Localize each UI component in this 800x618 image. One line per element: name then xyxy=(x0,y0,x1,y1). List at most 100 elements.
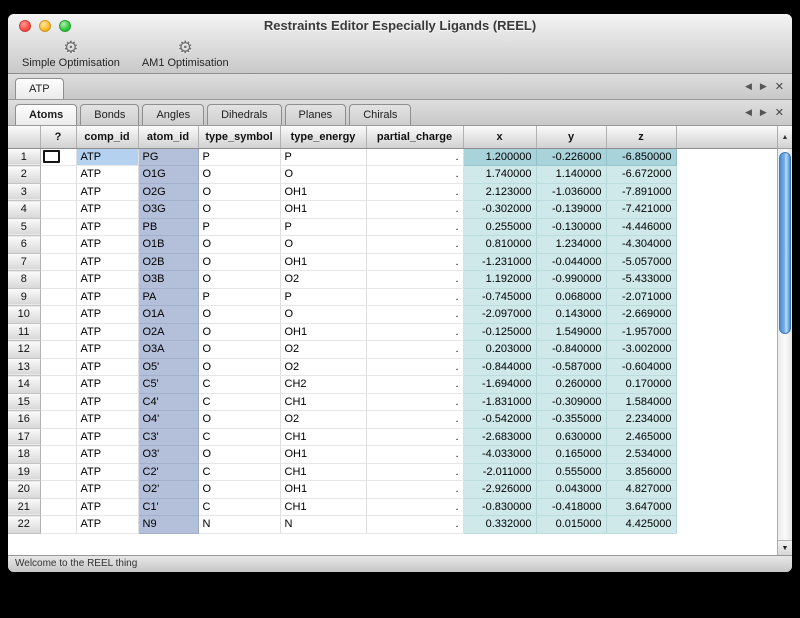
cell-type-symbol[interactable]: O xyxy=(198,271,280,289)
cell-x[interactable]: 0.810000 xyxy=(463,236,536,254)
tab-bonds[interactable]: Bonds xyxy=(80,104,139,125)
cell-z[interactable]: 1.584000 xyxy=(606,393,676,411)
cell-flag[interactable] xyxy=(40,516,76,534)
cell-z[interactable]: 4.425000 xyxy=(606,516,676,534)
cell-comp-id[interactable]: ATP xyxy=(76,428,138,446)
cell-x[interactable]: -1.231000 xyxy=(463,253,536,271)
cell-x[interactable]: 1.192000 xyxy=(463,271,536,289)
col-header-partial-charge[interactable]: partial_charge xyxy=(366,126,463,148)
cell-flag[interactable] xyxy=(40,411,76,429)
col-header-flag[interactable]: ? xyxy=(40,126,76,148)
cell-comp-id[interactable]: ATP xyxy=(76,306,138,324)
cell-atom-id[interactable]: N9 xyxy=(138,516,198,534)
cell-type-symbol[interactable]: O xyxy=(198,253,280,271)
cell-comp-id[interactable]: ATP xyxy=(76,393,138,411)
cell-type-symbol[interactable]: P xyxy=(198,218,280,236)
cell-partial-charge[interactable]: . xyxy=(366,411,463,429)
cell-x[interactable]: -1.694000 xyxy=(463,376,536,394)
cell-type-symbol[interactable]: N xyxy=(198,516,280,534)
cell-type-energy[interactable]: O xyxy=(280,166,366,184)
cell-y[interactable]: 0.015000 xyxy=(536,516,606,534)
scroll-down-icon[interactable]: ▼ xyxy=(778,540,792,555)
cell-x[interactable]: -2.926000 xyxy=(463,481,536,499)
cell-y[interactable]: -0.355000 xyxy=(536,411,606,429)
cell-y[interactable]: 0.068000 xyxy=(536,288,606,306)
cell-flag[interactable] xyxy=(40,463,76,481)
cell-z[interactable]: 2.234000 xyxy=(606,411,676,429)
cell-atom-id[interactable]: PB xyxy=(138,218,198,236)
table-row[interactable]: 22ATPN9NN.0.3320000.0150004.425000 xyxy=(8,516,777,534)
table-row[interactable]: 7ATPO2BOOH1.-1.231000-0.044000-5.057000 xyxy=(8,253,777,271)
cell-flag[interactable] xyxy=(40,183,76,201)
cell-type-symbol[interactable]: C xyxy=(198,463,280,481)
cell-flag[interactable] xyxy=(40,446,76,464)
table-row[interactable]: 3ATPO2GOOH1.2.123000-1.036000-7.891000 xyxy=(8,183,777,201)
minimize-window-button[interactable] xyxy=(39,20,51,32)
cell-type-energy[interactable]: OH1 xyxy=(280,481,366,499)
table-row[interactable]: 19ATPC2'CCH1.-2.0110000.5550003.856000 xyxy=(8,463,777,481)
cell-x[interactable]: 0.255000 xyxy=(463,218,536,236)
close-window-button[interactable] xyxy=(19,20,31,32)
cell-flag[interactable] xyxy=(40,481,76,499)
cell-comp-id[interactable]: ATP xyxy=(76,463,138,481)
cell-atom-id[interactable]: O5' xyxy=(138,358,198,376)
simple-optimisation-button[interactable]: ⚙ Simple Optimisation xyxy=(22,38,120,69)
cell-atom-id[interactable]: PG xyxy=(138,148,198,166)
cell-type-symbol[interactable]: C xyxy=(198,376,280,394)
cell-type-symbol[interactable]: O xyxy=(198,306,280,324)
cell-flag[interactable] xyxy=(40,148,76,166)
cell-type-symbol[interactable]: P xyxy=(198,288,280,306)
cell-x[interactable]: -0.125000 xyxy=(463,323,536,341)
cell-atom-id[interactable]: O3G xyxy=(138,201,198,219)
cell-comp-id[interactable]: ATP xyxy=(76,218,138,236)
cell-type-symbol[interactable]: C xyxy=(198,498,280,516)
cell-comp-id[interactable]: ATP xyxy=(76,446,138,464)
cell-partial-charge[interactable]: . xyxy=(366,446,463,464)
tab-close-icon[interactable]: ✕ xyxy=(775,80,784,93)
cell-z[interactable]: 0.170000 xyxy=(606,376,676,394)
cell-y[interactable]: -1.036000 xyxy=(536,183,606,201)
cell-partial-charge[interactable]: . xyxy=(366,498,463,516)
cell-partial-charge[interactable]: . xyxy=(366,288,463,306)
cell-z[interactable]: -3.002000 xyxy=(606,341,676,359)
cell-type-energy[interactable]: CH2 xyxy=(280,376,366,394)
cell-x[interactable]: 1.200000 xyxy=(463,148,536,166)
cell-type-energy[interactable]: OH1 xyxy=(280,323,366,341)
cell-flag[interactable] xyxy=(40,166,76,184)
cell-type-energy[interactable]: P xyxy=(280,218,366,236)
cell-z[interactable]: 3.856000 xyxy=(606,463,676,481)
tab-planes[interactable]: Planes xyxy=(285,104,347,125)
cell-flag[interactable] xyxy=(40,253,76,271)
cell-type-energy[interactable]: O2 xyxy=(280,341,366,359)
cell-flag[interactable] xyxy=(40,428,76,446)
cell-type-energy[interactable]: OH1 xyxy=(280,253,366,271)
cell-type-symbol[interactable]: C xyxy=(198,428,280,446)
col-header-atom-id[interactable]: atom_id xyxy=(138,126,198,148)
tab-close-icon[interactable]: ✕ xyxy=(775,106,784,119)
cell-type-energy[interactable]: O2 xyxy=(280,411,366,429)
cell-comp-id[interactable]: ATP xyxy=(76,148,138,166)
cell-type-energy[interactable]: P xyxy=(280,288,366,306)
tab-scroll-left-icon[interactable]: ◀ xyxy=(745,81,752,92)
am1-optimisation-button[interactable]: ⚙ AM1 Optimisation xyxy=(142,38,229,69)
table-row[interactable]: 20ATPO2'OOH1.-2.9260000.0430004.827000 xyxy=(8,481,777,499)
cell-y[interactable]: 0.165000 xyxy=(536,446,606,464)
cell-y[interactable]: 0.630000 xyxy=(536,428,606,446)
table-row[interactable]: 14ATPC5'CCH2.-1.6940000.2600000.170000 xyxy=(8,376,777,394)
cell-atom-id[interactable]: O3' xyxy=(138,446,198,464)
cell-partial-charge[interactable]: . xyxy=(366,166,463,184)
cell-y[interactable]: 0.043000 xyxy=(536,481,606,499)
col-header-type-symbol[interactable]: type_symbol xyxy=(198,126,280,148)
cell-partial-charge[interactable]: . xyxy=(366,148,463,166)
cell-y[interactable]: -0.226000 xyxy=(536,148,606,166)
cell-z[interactable]: -4.304000 xyxy=(606,236,676,254)
cell-partial-charge[interactable]: . xyxy=(366,516,463,534)
cell-partial-charge[interactable]: . xyxy=(366,428,463,446)
table-row[interactable]: 10ATPO1AOO.-2.0970000.143000-2.669000 xyxy=(8,306,777,324)
table-row[interactable]: 15ATPC4'CCH1.-1.831000-0.3090001.584000 xyxy=(8,393,777,411)
cell-flag[interactable] xyxy=(40,271,76,289)
cell-partial-charge[interactable]: . xyxy=(366,463,463,481)
cell-type-energy[interactable]: CH1 xyxy=(280,428,366,446)
cell-type-energy[interactable]: N xyxy=(280,516,366,534)
cell-flag[interactable] xyxy=(40,393,76,411)
